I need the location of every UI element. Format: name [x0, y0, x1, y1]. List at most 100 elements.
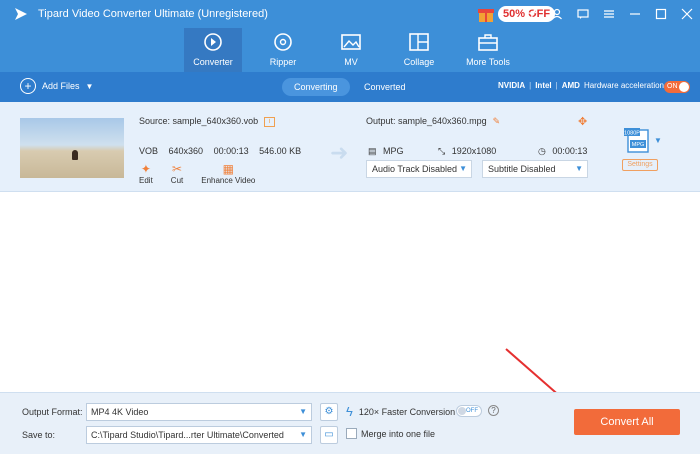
save-to-select[interactable]: C:\Tipard Studio\Tipard...rter Ultimate\… [86, 426, 312, 444]
pencil-icon[interactable]: ✎ [493, 116, 501, 126]
tab-ripper[interactable]: Ripper [254, 28, 312, 72]
source-size: 546.00 KB [259, 146, 302, 156]
converter-icon [204, 33, 222, 51]
settings-gear-icon: ⚙ [324, 406, 334, 417]
tab-more-tools[interactable]: More Tools [458, 28, 518, 72]
faster-conversion: ϟ 120× Faster Conversion [346, 404, 455, 419]
tab-collage-label: Collage [403, 57, 435, 67]
window-controls [518, 0, 700, 28]
clock-icon: ◷ [538, 146, 546, 156]
output-format-value: MPG [383, 146, 404, 156]
merge-label: Merge into one file [361, 428, 436, 439]
feedback-icon[interactable] [570, 0, 596, 28]
tab-collage[interactable]: Collage [390, 28, 448, 72]
gift-icon [478, 9, 494, 22]
hardware-acceleration: NVIDIA | Intel | AMD Hardware accelerati… [498, 81, 664, 90]
film-icon: ▤ [368, 146, 377, 156]
audio-track-value: Audio Track Disabled [372, 164, 458, 174]
nvidia-label: NVIDIA [498, 81, 526, 90]
merge-option[interactable]: Merge into one file [346, 428, 435, 439]
help-icon[interactable]: ? [488, 405, 499, 416]
menu-icon[interactable] [596, 0, 622, 28]
toolbox-icon [478, 34, 498, 51]
enhance-video-button[interactable]: ▦ Enhance Video [201, 162, 255, 185]
source-format: VOB [139, 146, 159, 156]
cut-button[interactable]: ✂ Cut [171, 162, 183, 185]
image-icon [341, 34, 361, 50]
arrow-right-icon: ➜ [330, 140, 349, 165]
format-settings-button[interactable]: ⚙ [320, 403, 338, 421]
disc-icon [274, 33, 292, 51]
subtitle-select[interactable]: Subtitle Disabled ▼ [482, 160, 588, 178]
chevron-down-icon: ▼ [575, 164, 583, 173]
close-icon[interactable] [674, 0, 700, 28]
sub-toolbar: + Add Files ▼ Converting Converted NVIDI… [0, 72, 700, 102]
output-resolution-value: 1920x1080 [451, 146, 497, 156]
enhance-video-label: Enhance Video [201, 176, 256, 185]
maximize-icon[interactable] [648, 0, 674, 28]
format-badge-name: MPG [632, 142, 645, 148]
add-files-label: Add Files [42, 81, 80, 91]
output-format-select[interactable]: MP4 4K Video ▼ [86, 403, 312, 421]
convert-all-button[interactable]: Convert All [574, 409, 680, 435]
collage-icon [409, 33, 429, 51]
subtitle-value: Subtitle Disabled [488, 164, 556, 174]
tab-more-tools-label: More Tools [466, 57, 510, 67]
account-icon[interactable] [544, 0, 570, 28]
source-meta: VOB 640x360 00:00:13 546.00 KB [139, 146, 309, 156]
output-duration: ◷ 00:00:13 [538, 146, 587, 157]
plus-icon: + [20, 78, 36, 94]
save-to-label: Save to: [22, 430, 56, 440]
window-title: Tipard Video Converter Ultimate (Unregis… [38, 8, 268, 20]
output-filename: Output: sample_640x360.mpg [366, 116, 487, 126]
faster-conversion-toggle[interactable]: OFF [456, 405, 482, 417]
tab-mv-label: MV [344, 57, 358, 67]
amd-label: AMD [561, 81, 580, 90]
edit-label: Edit [139, 176, 153, 185]
palette-icon: ▦ [222, 162, 234, 176]
source-duration: 00:00:13 [213, 146, 249, 156]
save-to-value: C:\Tipard Studio\Tipard...rter Ultimate\… [91, 430, 284, 440]
add-files-button[interactable]: + Add Files ▼ [20, 78, 93, 94]
format-badge-top: 1080P [624, 131, 640, 137]
open-folder-button[interactable]: ▭ [320, 426, 338, 444]
info-icon[interactable]: i [264, 116, 276, 127]
file-row [0, 102, 700, 192]
chevron-down-icon[interactable]: ▼ [86, 82, 94, 91]
key-icon[interactable] [518, 0, 544, 28]
cut-label: Cut [170, 176, 184, 185]
edit-tools: ✦ Edit ✂ Cut ▦ Enhance Video [139, 162, 273, 185]
tab-converted[interactable]: Converted [352, 78, 418, 96]
output-format-icon[interactable]: 1080P MPG [622, 126, 652, 154]
audio-track-select[interactable]: Audio Track Disabled ▼ [366, 160, 472, 178]
chevron-down-icon[interactable]: ▼ [654, 136, 662, 145]
tab-converter[interactable]: Converter [184, 28, 242, 72]
main-nav: Converter Ripper MV Collage More Tools [0, 28, 700, 72]
minimize-icon[interactable] [622, 0, 648, 28]
hardware-acceleration-toggle[interactable]: ON [664, 81, 690, 93]
resize-icon: ⤡ [438, 146, 446, 156]
tab-mv[interactable]: MV [322, 28, 380, 72]
faster-conversion-label: 120× Faster Conversion [358, 406, 456, 417]
folder-icon: ▭ [324, 429, 334, 440]
chevron-down-icon: ▼ [459, 164, 467, 173]
move-icon[interactable]: ✥ [578, 115, 587, 128]
chevron-down-icon: ▼ [299, 430, 307, 439]
app-logo-icon [15, 8, 27, 20]
magic-wand-icon: ✦ [140, 162, 151, 176]
output-format-select-value: MP4 4K Video [91, 407, 149, 417]
edit-button[interactable]: ✦ Edit [139, 162, 153, 185]
settings-button[interactable]: Settings [622, 159, 658, 171]
output-duration-value: 00:00:13 [552, 146, 588, 156]
tab-converter-label: Converter [193, 57, 233, 67]
output-format-label: Output Format: [22, 407, 83, 417]
tab-converting[interactable]: Converting [282, 78, 350, 96]
tab-ripper-label: Ripper [269, 57, 297, 67]
source-resolution: 640x360 [168, 146, 204, 156]
scissors-icon: ✂ [171, 162, 183, 176]
intel-label: Intel [535, 81, 552, 90]
output-resolution: ⤡ 1920x1080 [438, 146, 496, 157]
output-format: ▤ MPG [368, 146, 404, 157]
video-thumbnail[interactable] [20, 118, 124, 178]
merge-checkbox[interactable] [346, 428, 357, 439]
